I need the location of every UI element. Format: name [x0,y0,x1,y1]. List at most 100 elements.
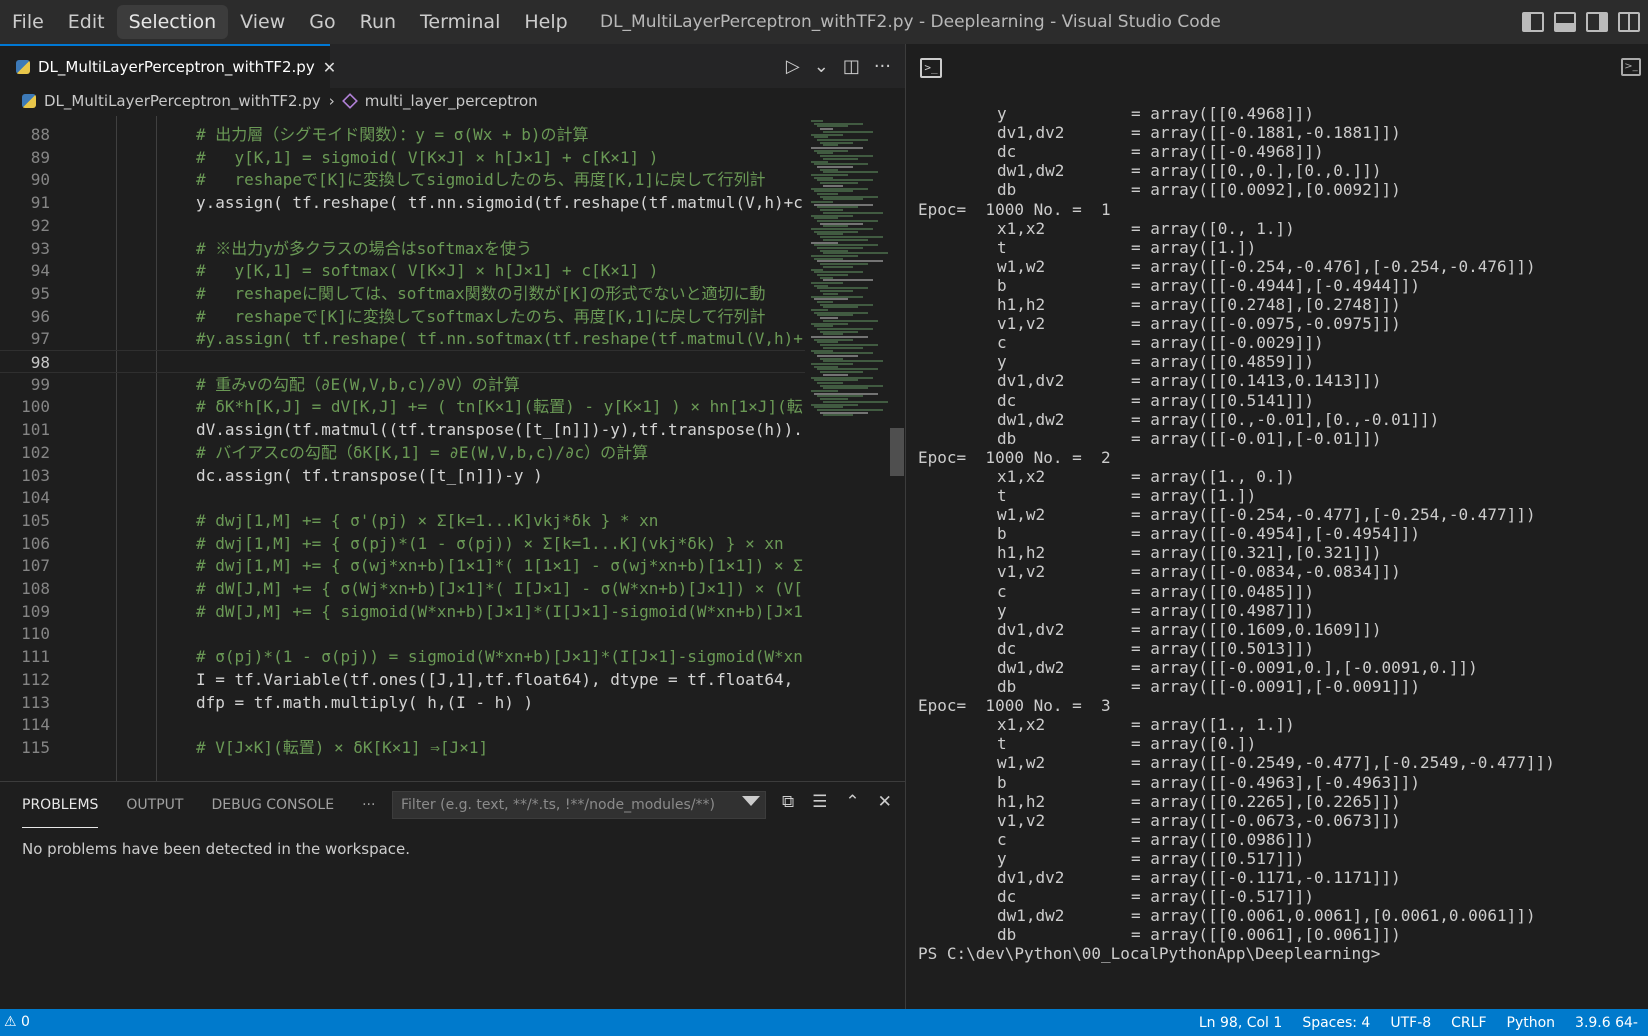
variable-value: = array([[-0.0673,-0.0673]]) [1131,810,1401,830]
code-line[interactable]: 106 # dwj[1,M] += { σ(pj)*(1 - σ(pj)) × Σ… [0,532,805,555]
more-actions-icon[interactable]: ··· [874,56,891,77]
filter-icon[interactable] [742,796,760,812]
terminal-line: dw1,dw2 = array([[0.,0.],[0.,0.]]) [906,161,1648,181]
minimap-line [814,136,828,139]
menu-edit[interactable]: Edit [56,5,117,39]
tab-problems[interactable]: PROBLEMS [22,782,99,828]
terminal-line: w1,w2 = array([[-0.2549,-0.477],[-0.2549,… [906,753,1648,773]
code-line[interactable]: 105 # dwj[1,M] += { σ'(pj) × Σ[k=1...K]vk… [0,509,805,532]
line-number: 106 [21,533,50,553]
variable-name: dw1,dw2 [997,409,1065,429]
line-number: 101 [21,420,50,440]
terminal-icon[interactable]: >_ [920,58,942,78]
interpreter-version[interactable]: 3.9.6 64- [1575,1015,1638,1031]
terminal-output[interactable]: y = array([[0.4968]]) dv1,dv2 = array([[-0.… [906,104,1648,1009]
minimap-line [823,198,863,201]
toggle-panel-icon[interactable] [1554,12,1576,32]
menu-terminal[interactable]: Terminal [408,5,512,39]
menu-go[interactable]: Go [297,5,347,39]
code-line[interactable]: 112 I = tf.Variable(tf.ones([J,1],tf.floa… [0,668,805,691]
collapse-all-icon[interactable]: ⧉ [782,792,794,812]
close-panel-icon[interactable]: ✕ [878,792,892,812]
code-line[interactable]: 91 y.assign( tf.reshape( tf.nn.sigmoid(tf… [0,191,805,214]
menu-file[interactable]: File [0,5,56,39]
breadcrumb-file[interactable]: DL_MultiLayerPerceptron_withTF2.py [44,92,321,110]
line-ending-status[interactable]: CRLF [1451,1015,1486,1031]
run-dropdown-icon[interactable]: ⌄ [814,56,829,77]
minimap-line [823,171,878,174]
code-line[interactable]: 100 # δK*h[K,J] = dV[K,J] += ( tn[K×1](転置… [0,395,805,418]
line-number: 102 [21,442,50,462]
editor-actions: ▷ ⌄ ◫ ··· [786,44,891,88]
code-line[interactable]: 109 # dW[J,M] += { sigmoid(W*xn+b)[J×1]*(… [0,600,805,623]
run-icon[interactable]: ▷ [786,56,800,77]
variable-value: = array([[-0.0975,-0.0975]]) [1131,314,1401,334]
minimap-line [823,225,848,228]
code-line[interactable]: 93 # ※出力yが多クラスの場合はsoftmaxを使う [0,237,805,260]
variable-value: = array([[0.0061],[0.0061]]) [1131,925,1401,945]
breadcrumb: DL_MultiLayerPerceptron_withTF2.py › mul… [0,88,905,114]
terminal-line: db = array([[0.0092],[0.0092]]) [906,180,1648,200]
code-line[interactable]: 99 # 重みvの勾配（∂E(W,V,b,c)/∂V）の計算 [0,373,805,396]
maximize-panel-icon[interactable]: ⌃ [845,792,859,812]
encoding-status[interactable]: UTF-8 [1390,1015,1431,1031]
scrollbar-thumb[interactable] [890,428,904,476]
code-line[interactable]: 97 #y.assign( tf.reshape( tf.nn.softmax(t… [0,327,805,350]
menu-selection[interactable]: Selection [116,5,229,39]
panel-more-icon[interactable]: ··· [362,782,375,828]
toggle-secondary-sidebar-icon[interactable] [1586,12,1608,32]
minimap-line [817,341,838,344]
code-line[interactable]: 92 [0,214,805,237]
code-text: # y[K,1] = sigmoid( V[K×J] × h[J×1] + c[… [196,147,659,167]
terminal-view-icon[interactable]: >_ [1621,58,1641,76]
minimap-line [811,147,863,149]
code-line[interactable]: 89 # y[K,1] = sigmoid( V[K×J] × h[J×1] + … [0,146,805,169]
toggle-sidebar-icon[interactable] [1522,12,1544,32]
indentation-status[interactable]: Spaces: 4 [1302,1015,1370,1031]
code-editor[interactable]: 88 # 出力層（シグモイド関数）：y = σ(Wx + b)の計算 89 # y[K… [0,116,805,781]
code-line[interactable]: 113 dfp = tf.math.multiply( h,(I - h) ) [0,691,805,714]
split-editor-icon[interactable]: ◫ [843,56,860,77]
code-line[interactable]: 111 # σ(pj)*(1 - σ(pj)) = sigmoid(W*xn+b)… [0,645,805,668]
tab-multilayer-perceptron[interactable]: DL_MultiLayerPerceptron_withTF2.py ✕ [0,44,336,88]
code-line[interactable]: 104 [0,486,805,509]
view-as-list-icon[interactable]: ☰ [812,792,827,812]
variable-value: = array([[0.4859]]) [1131,352,1315,372]
code-line[interactable]: 102 # バイアスcの勾配（δK[K,1] = ∂E(W,V,b,c)/∂c）の… [0,441,805,464]
code-line[interactable]: 88 # 出力層（シグモイド関数）：y = σ(Wx + b)の計算 [0,123,805,146]
language-mode[interactable]: Python [1507,1015,1556,1031]
customize-layout-icon[interactable] [1618,12,1640,32]
cursor-position[interactable]: Ln 98, Col 1 [1199,1015,1282,1031]
close-tab-icon[interactable]: ✕ [323,58,336,77]
code-line[interactable]: 98 [0,350,805,373]
problems-status[interactable]: ⚠ 0 [4,1009,30,1036]
breadcrumb-symbol[interactable]: multi_layer_perceptron [365,92,538,110]
minimap[interactable] [805,116,890,781]
menu-help[interactable]: Help [512,5,579,39]
menu-run[interactable]: Run [348,5,408,39]
title-bar: File Edit Selection View Go Run Terminal… [0,0,1648,44]
code-line[interactable]: 90 # reshapeで[K]に変換してsigmoidしたのち、再度[K,1]に… [0,168,805,191]
code-line[interactable]: 108 # dW[J,M] += { σ(Wj*xn+b)[J×1]*( I[J×… [0,577,805,600]
minimap-line [811,363,853,365]
tab-output[interactable]: OUTPUT [126,782,183,828]
code-line[interactable]: 96 # reshapeで[K]に変換してsoftmaxしたのち、再度[K,1]に… [0,305,805,328]
editor-scrollbar[interactable] [890,116,904,781]
code-line[interactable]: 101 dV.assign(tf.matmul((tf.transpose([t_… [0,418,805,441]
menu-view[interactable]: View [228,5,297,39]
terminal-line: t = array([0.]) [906,734,1648,754]
code-line[interactable]: 110 [0,622,805,645]
code-line[interactable]: 95 # reshapeに関しては、softmax関数の引数が[K]の形式でないと… [0,282,805,305]
problems-filter-input[interactable]: Filter (e.g. text, **/*.ts, !**/node_mod… [392,791,766,819]
minimap-line [823,319,878,322]
code-line[interactable]: 114 [0,713,805,736]
code-line[interactable]: 103 dc.assign( tf.transpose([t_[n]])-y ) [0,464,805,487]
variable-name: h1,h2 [997,543,1046,563]
tab-debug-console[interactable]: DEBUG CONSOLE [211,782,334,828]
variable-name: db [997,677,1017,696]
minimap-line [814,284,828,287]
variable-name: h1,h2 [997,791,1046,811]
code-line[interactable]: 115 # V[J×K](転置) × δK[K×1] ⇒[J×1] [0,736,805,759]
code-line[interactable]: 107 # dwj[1,M] += { σ(wj*xn+b)[1×1]*( 1[1… [0,554,805,577]
code-line[interactable]: 94 # y[K,1] = softmax( V[K×J] × h[J×1] + … [0,259,805,282]
